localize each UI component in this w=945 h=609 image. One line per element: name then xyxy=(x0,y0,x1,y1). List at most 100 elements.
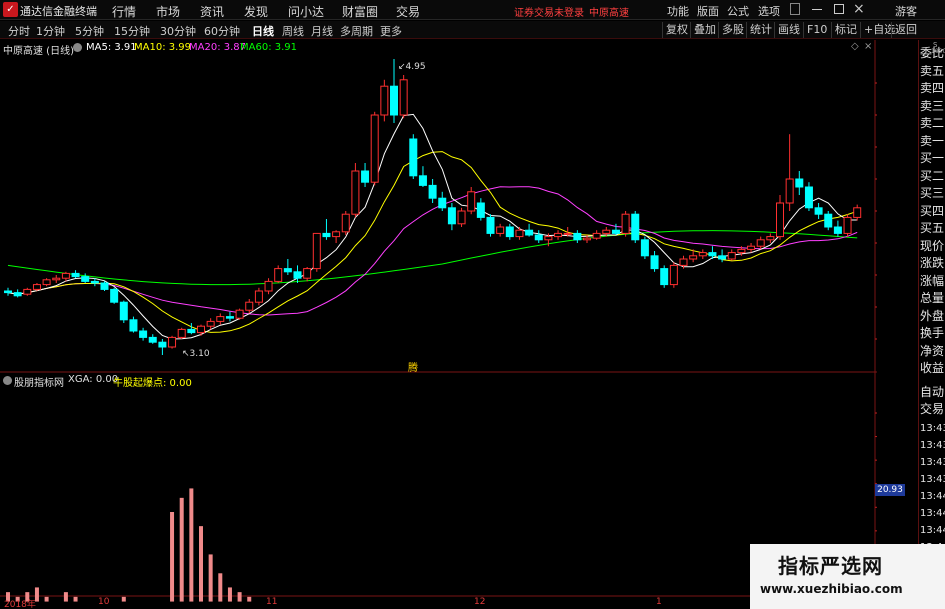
period-weekly[interactable]: 周线 xyxy=(282,23,304,39)
menu-market[interactable]: 市场 xyxy=(156,3,180,20)
lock-icon[interactable] xyxy=(790,3,800,15)
menu-function[interactable]: 功能 xyxy=(667,3,689,19)
quote-label: 外盘 xyxy=(920,308,945,323)
candle xyxy=(660,265,669,288)
candle xyxy=(631,211,640,243)
x-label-jan: 1 xyxy=(656,597,662,607)
candle xyxy=(573,230,582,243)
candle xyxy=(853,204,862,221)
trade-time: 13:44 xyxy=(920,525,945,536)
sub-settings-icon[interactable] xyxy=(3,376,12,385)
quote-label: 换手 xyxy=(920,326,945,340)
x-label-dec: 12 xyxy=(474,597,486,607)
menu-formula[interactable]: 公式 xyxy=(727,3,749,19)
auto-trade-label: 交易 xyxy=(920,402,945,416)
ma20-line xyxy=(7,186,858,316)
candle xyxy=(100,281,109,291)
mark-button[interactable]: 标记 xyxy=(831,22,860,38)
menu-ask[interactable]: 问小达 xyxy=(288,3,324,20)
f10-button[interactable]: F10 xyxy=(803,22,830,38)
xga-bar xyxy=(44,596,49,602)
low-price-label: ↖3.10 xyxy=(182,349,210,359)
menu-discover[interactable]: 发现 xyxy=(244,3,268,20)
candle xyxy=(187,323,196,335)
candle xyxy=(776,195,784,240)
event-marker[interactable]: 腾 xyxy=(408,359,418,374)
quote-label: 买三 xyxy=(920,186,945,200)
current-value-tag: 20.93 xyxy=(875,484,905,496)
menu-options[interactable]: 选项 xyxy=(758,3,780,19)
candle xyxy=(399,75,408,119)
quote-label: 净资 xyxy=(920,343,945,358)
overlay-button[interactable]: 叠加 xyxy=(690,22,719,38)
candle xyxy=(669,262,678,288)
candle xyxy=(486,214,495,237)
moving-average-lines xyxy=(7,113,858,340)
menu-quotes[interactable]: 行情 xyxy=(112,3,136,20)
candle xyxy=(418,166,427,187)
menu-layout[interactable]: 版面 xyxy=(697,3,719,19)
period-1min[interactable]: 1分钟 xyxy=(36,23,65,39)
period-5min[interactable]: 5分钟 xyxy=(75,23,104,39)
candle xyxy=(351,163,360,218)
candle xyxy=(303,267,312,282)
period-15min[interactable]: 15分钟 xyxy=(114,23,150,39)
xga-bar xyxy=(189,488,194,602)
quote-label: 买二 xyxy=(920,168,945,183)
candle xyxy=(254,287,263,306)
candle xyxy=(814,203,823,219)
period-intraday[interactable]: 分时 xyxy=(8,23,30,39)
menu-trade[interactable]: 交易 xyxy=(396,3,420,20)
xga-bar xyxy=(73,596,78,602)
user-guest[interactable]: 游客 xyxy=(895,3,917,19)
app-name: 通达信金融终端 xyxy=(20,5,97,18)
candle xyxy=(32,283,41,291)
draw-button[interactable]: 画线 xyxy=(774,22,803,38)
candle xyxy=(380,79,389,122)
xga-value: XGA: 0.00 xyxy=(68,374,119,385)
candle xyxy=(698,249,707,259)
candle xyxy=(496,223,505,237)
menu-wealth[interactable]: 财富圈 xyxy=(342,3,378,20)
x-label-2018: 2018年 xyxy=(4,600,36,609)
x-label-nov: 11 xyxy=(266,597,278,607)
multi-stock-button[interactable]: 多股 xyxy=(718,22,747,38)
app-logo-icon: ✓ xyxy=(3,2,18,17)
quote-label: 涨幅 xyxy=(920,273,945,288)
back-button[interactable]: 返回 xyxy=(891,22,920,38)
diamond-icon[interactable]: ◇ xyxy=(851,41,859,52)
close-small-icon[interactable]: × xyxy=(864,41,872,52)
auto-trade-label: 自动 xyxy=(920,385,945,399)
candle xyxy=(804,182,813,211)
period-30min[interactable]: 30分钟 xyxy=(160,23,196,39)
period-toolbar: 分时 1分钟 5分钟 15分钟 30分钟 60分钟 日线 周线 月线 多周期 更… xyxy=(0,21,945,39)
maximize-icon[interactable] xyxy=(834,4,844,14)
period-monthly[interactable]: 月线 xyxy=(311,23,333,39)
minimize-icon[interactable] xyxy=(812,9,822,10)
period-daily[interactable]: 日线 xyxy=(252,23,274,39)
kline-chart[interactable]: 4.804.604.404.204.003.803.603.403.20 40.… xyxy=(0,40,877,608)
menu-news[interactable]: 资讯 xyxy=(200,3,224,20)
candle xyxy=(322,219,331,240)
close-icon[interactable]: × xyxy=(853,1,865,17)
candle xyxy=(81,273,90,283)
candle xyxy=(293,265,302,283)
trade-login-warning[interactable]: 证券交易未登录 xyxy=(514,4,584,19)
trade-time: 13:44 xyxy=(920,491,945,502)
adjust-button[interactable]: 复权 xyxy=(662,22,691,38)
watermark-title: 指标严选网 xyxy=(778,554,883,578)
trade-time: 13:43 xyxy=(920,440,945,451)
ma5-line xyxy=(7,113,858,340)
stats-button[interactable]: 统计 xyxy=(746,22,775,38)
candle xyxy=(554,230,563,240)
xga-bar xyxy=(218,573,223,602)
settings-dot-icon[interactable] xyxy=(73,43,82,52)
period-more[interactable]: 更多 xyxy=(380,23,402,39)
candle xyxy=(13,289,22,298)
candle xyxy=(139,327,148,341)
trade-time: 13:43 xyxy=(920,474,945,485)
candle xyxy=(332,230,341,243)
period-60min[interactable]: 60分钟 xyxy=(204,23,240,39)
period-multi[interactable]: 多周期 xyxy=(340,23,373,39)
candle xyxy=(438,191,447,211)
